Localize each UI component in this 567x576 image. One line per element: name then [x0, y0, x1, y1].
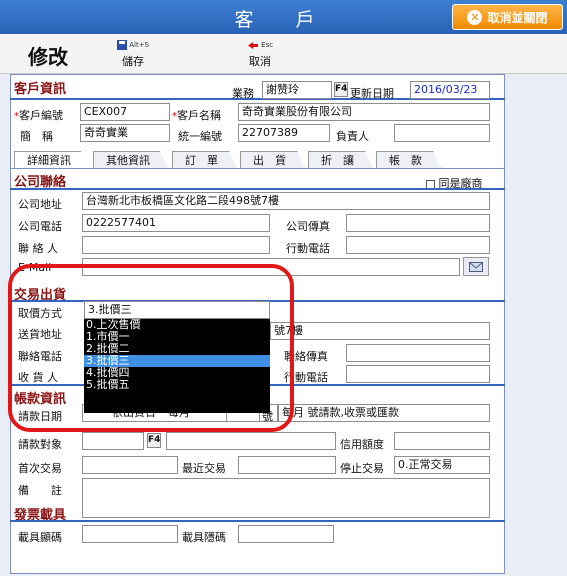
cancel-close-label: 取消並關閉 — [487, 10, 548, 25]
billing-target-name-input[interactable] — [166, 432, 336, 450]
divider — [10, 520, 505, 522]
mobile-label: 行動電話 — [286, 242, 330, 255]
cancel-close-button[interactable]: ✕ 取消並關閉 — [452, 4, 563, 30]
save-button[interactable]: Alt+S 儲存 — [111, 38, 155, 71]
tab-discount[interactable]: 折 讓 — [308, 151, 373, 169]
phone-label: 公司電話 — [18, 220, 62, 233]
owner-input[interactable] — [394, 124, 490, 142]
cancel-shortcut: Esc — [261, 41, 274, 49]
note-textarea[interactable] — [82, 478, 490, 518]
tab-divider — [10, 168, 505, 169]
email-send-button[interactable] — [463, 257, 489, 276]
credit-input[interactable] — [394, 432, 490, 450]
ship-address-input[interactable]: 號7樓 — [270, 322, 490, 340]
highlight-annotation — [8, 264, 294, 432]
contact-person-input[interactable] — [82, 236, 270, 254]
customer-code-label: *客戶編號 — [14, 109, 63, 122]
last-trade-label: 最近交易 — [182, 462, 226, 475]
ship-fax-input[interactable] — [346, 344, 490, 362]
abbr-label: 簡 稱 — [20, 130, 53, 143]
tab-details[interactable]: 詳細資訊 — [14, 151, 90, 169]
last-trade-input[interactable] — [238, 456, 336, 474]
updated-label: 更新日期 — [350, 87, 394, 100]
customer-section-title: 客戶資訊 — [14, 82, 67, 97]
toolbar — [0, 34, 567, 74]
save-label: 儲存 — [122, 55, 144, 68]
undo-arrow-icon: Esc — [238, 38, 282, 53]
receiver-mobile-input[interactable] — [346, 365, 490, 383]
envelope-icon — [469, 262, 483, 272]
tab-other[interactable]: 其他資訊 — [93, 151, 169, 169]
divider — [10, 188, 505, 190]
cancel-label: 取消 — [249, 55, 271, 68]
fax-label: 公司傳真 — [286, 220, 330, 233]
carrier-visible-input[interactable] — [82, 525, 178, 543]
billing-target-lookup-button[interactable]: F4 — [147, 433, 161, 448]
carrier-visible-label: 載具顯碼 — [18, 531, 62, 544]
billing-target-label: 請款對象 — [18, 438, 62, 451]
customer-name-label: *客戶名稱 — [172, 109, 221, 122]
stop-trade-label: 停止交易 — [340, 462, 384, 475]
save-shortcut: Alt+S — [129, 41, 150, 49]
taxid-input[interactable]: 22707389 — [238, 124, 330, 142]
taxid-label: 統一編號 — [178, 130, 222, 143]
mobile-input[interactable] — [346, 236, 490, 254]
tab-orders[interactable]: 訂 單 — [172, 151, 237, 169]
save-icon: Alt+S — [111, 38, 155, 53]
owner-label: 負責人 — [336, 130, 369, 143]
sales-input[interactable]: 謝赞玲 — [262, 81, 332, 99]
tab-bar: 詳細資訊 其他資訊 訂 單 出 貨 折 讓 帳 款 — [14, 151, 444, 169]
sales-label: 業務 — [232, 87, 254, 100]
abbr-input[interactable]: 奇奇實業 — [80, 124, 170, 142]
first-trade-input[interactable] — [82, 456, 178, 474]
billing-method-input[interactable]: 每月 號請款,收票或匯款 — [278, 404, 490, 422]
customer-name-input[interactable]: 奇奇實業股份有限公司 — [238, 103, 490, 121]
address-label: 公司地址 — [18, 198, 62, 211]
updated-input[interactable]: 2016/03/23 — [410, 81, 490, 99]
close-circle-icon: ✕ — [467, 9, 483, 25]
tab-accounts[interactable]: 帳 款 — [376, 151, 441, 169]
carrier-hidden-label: 載具隱碼 — [182, 531, 226, 544]
address-input[interactable]: 台灣新北市板橋區文化路二段498號7樓 — [82, 192, 490, 210]
stop-trade-input[interactable]: 0.正常交易 — [394, 456, 490, 474]
carrier-hidden-input[interactable] — [238, 525, 334, 543]
billing-target-input[interactable] — [82, 432, 144, 450]
cancel-button[interactable]: Esc 取消 — [238, 38, 282, 71]
first-trade-label: 首次交易 — [18, 462, 62, 475]
tab-shipping[interactable]: 出 貨 — [240, 151, 305, 169]
phone-input[interactable]: 0222577401 — [82, 214, 270, 232]
sales-lookup-button[interactable]: F4 — [334, 82, 348, 97]
fax-input[interactable] — [346, 214, 490, 232]
note-label: 備 註 — [18, 484, 62, 497]
mode-label: 修改 — [28, 45, 68, 69]
credit-label: 信用額度 — [340, 438, 384, 451]
customer-code-input[interactable]: CEX007 — [80, 103, 170, 121]
contact-person-label: 聯 絡 人 — [18, 242, 58, 255]
